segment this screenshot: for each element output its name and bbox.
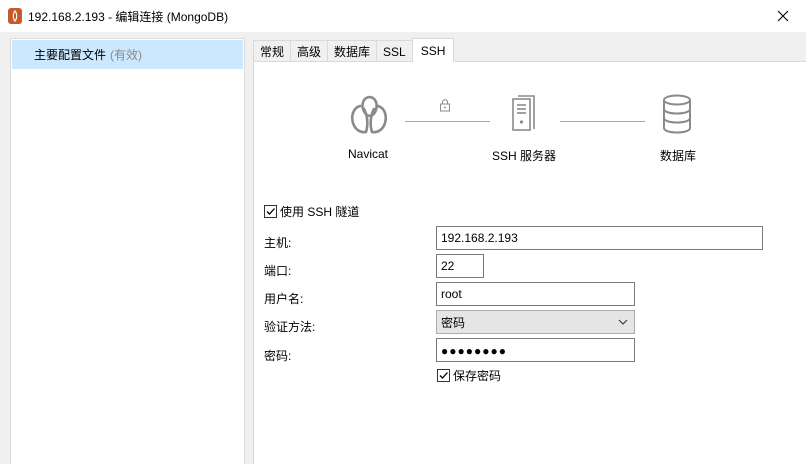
diagram-label-server: SSH 服务器 [492, 149, 557, 163]
tab-label: 常规 [260, 45, 285, 59]
use-ssh-tunnel-checkbox[interactable]: 使用 SSH 隧道 [264, 203, 359, 220]
navicat-icon [350, 95, 388, 134]
password-label: 密码: [264, 349, 292, 363]
chevron-down-icon [618, 319, 628, 325]
tab-bar: 常规 高级 数据库 SSL SSH [253, 38, 455, 62]
check-icon [439, 372, 448, 379]
username-input[interactable] [436, 282, 635, 306]
check-icon [266, 208, 275, 215]
window-title: 192.168.2.193 - 编辑连接 (MongoDB) [28, 10, 229, 24]
sidebar-item-main-profile[interactable]: 主要配置文件 (有效) [12, 40, 243, 69]
dialog-body: 主要配置文件 (有效) 常规 高级 数据库 SSL SSH Navicat SS… [0, 32, 806, 464]
ssh-panel: Navicat SSH 服务器 数据库 使用 SSH 隧道 主机: 端口: 用户… [253, 61, 806, 464]
connection-line-client-server [405, 121, 490, 122]
checkbox-box[interactable] [437, 369, 450, 382]
tab-label: SSH [420, 43, 446, 58]
lock-icon [440, 99, 450, 112]
use-ssh-tunnel-label: 使用 SSH 隧道 [280, 205, 360, 219]
username-label: 用户名: [264, 292, 304, 306]
tab-label: 高级 [297, 45, 322, 59]
auth-method-label: 验证方法: [264, 320, 316, 334]
sidebar-item-label: 主要配置文件 [34, 48, 107, 62]
tab-label: 数据库 [334, 45, 371, 59]
save-password-checkbox[interactable]: 保存密码 [437, 367, 501, 384]
sidebar-item-status: (有效) [110, 48, 143, 62]
database-icon [663, 94, 691, 134]
close-icon [777, 10, 789, 22]
save-password-label: 保存密码 [453, 369, 502, 383]
settings-content: 常规 高级 数据库 SSL SSH Navicat SSH 服务器 数据库 使用… [253, 38, 806, 464]
tab-ssl[interactable]: SSL [376, 40, 413, 62]
checkbox-box[interactable] [264, 205, 277, 218]
profile-list: 主要配置文件 (有效) [10, 38, 245, 464]
tab-ssh[interactable]: SSH [411, 38, 455, 62]
connection-line-server-database [560, 121, 645, 122]
password-input[interactable]: ●●●●●●●● [436, 338, 635, 362]
tab-advanced[interactable]: 高级 [290, 40, 329, 62]
auth-method-select[interactable]: 密码 [436, 310, 635, 334]
diagram-label-client: Navicat [348, 147, 389, 161]
title-bar: 192.168.2.193 - 编辑连接 (MongoDB) [0, 0, 806, 32]
app-icon [8, 8, 22, 24]
tab-database[interactable]: 数据库 [327, 40, 378, 62]
port-label: 端口: [264, 264, 292, 278]
password-mask: ●●●●●●●● [441, 344, 507, 358]
ssh-server-icon [512, 95, 535, 131]
auth-method-value: 密码 [441, 315, 466, 330]
host-label: 主机: [264, 236, 292, 250]
port-input[interactable] [436, 254, 484, 278]
host-input[interactable] [436, 226, 763, 250]
close-button[interactable] [760, 0, 806, 32]
tab-general[interactable]: 常规 [253, 40, 292, 62]
diagram-label-database: 数据库 [660, 149, 697, 163]
tab-label: SSL [383, 44, 406, 59]
